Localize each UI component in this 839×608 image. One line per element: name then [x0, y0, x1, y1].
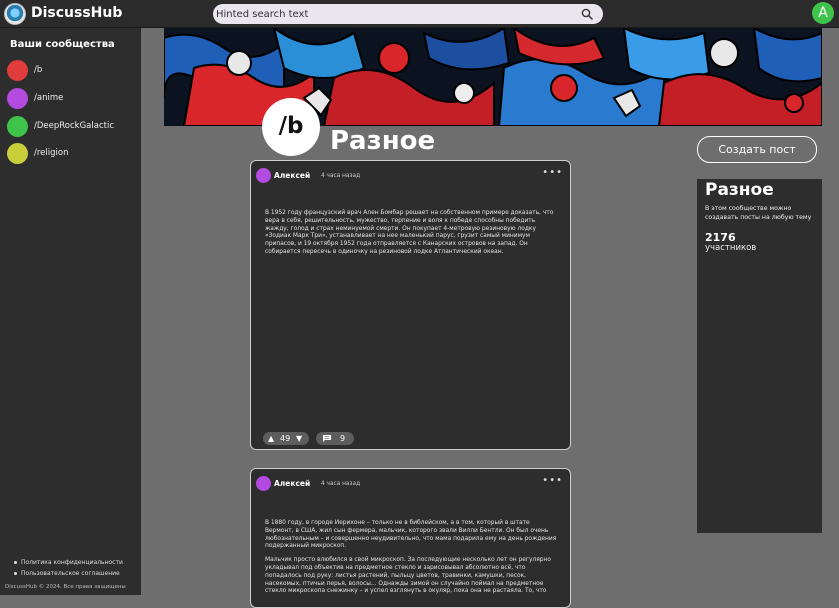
- app-name[interactable]: DiscussHub: [31, 5, 122, 21]
- post-body: В 1880 году, в городе Иерихоне – только …: [265, 520, 557, 596]
- post-author[interactable]: Алексей: [274, 479, 310, 488]
- upvote-icon[interactable]: ▲: [268, 434, 274, 443]
- sidebar-item-label: /anime: [34, 93, 64, 103]
- author-avatar[interactable]: [256, 476, 271, 491]
- search-input[interactable]: [216, 6, 566, 22]
- sidebar-item-label: /DeepRockGalactic: [34, 121, 114, 131]
- more-options-icon[interactable]: •••: [542, 475, 563, 486]
- post-paragraph: В 1952 году французский врач Ален Бомбар…: [265, 210, 554, 255]
- more-options-icon[interactable]: •••: [542, 167, 563, 178]
- sidebar-item-label: /religion: [34, 148, 69, 158]
- terms-link[interactable]: Пользовательское соглашение: [14, 570, 120, 577]
- banner-art: [164, 28, 822, 126]
- info-description: В этом сообществе можно создавать посты …: [705, 205, 812, 221]
- sidebar-item-label: /b: [34, 65, 43, 75]
- vote-control: ▲ 49 ▼: [263, 432, 309, 445]
- community-info-panel: Разное В этом сообществе можно создавать…: [697, 179, 822, 533]
- top-bar: DiscussHub A: [0, 0, 839, 28]
- comment-count: 9: [340, 434, 346, 443]
- comment-icon: [323, 435, 331, 442]
- members-label: участников: [705, 243, 757, 253]
- sidebar-item-b[interactable]: /b: [7, 60, 137, 82]
- info-title: Разное: [705, 180, 774, 200]
- comments-button[interactable]: 9: [316, 432, 354, 445]
- vote-count: 49: [280, 434, 291, 443]
- post-paragraph: Мальчик просто влюбился в свой микроскоп…: [265, 557, 551, 595]
- search-bar[interactable]: [213, 4, 603, 24]
- post-time: 4 часа назад: [321, 173, 361, 179]
- post-card[interactable]: Алексей 4 часа назад ••• В 1880 году, в …: [250, 468, 571, 608]
- sidebar-item-anime[interactable]: /anime: [7, 88, 137, 110]
- post-time: 4 часа назад: [321, 481, 361, 487]
- post-paragraph: В 1880 году, в городе Иерихоне – только …: [265, 520, 557, 550]
- community-avatar: [7, 116, 28, 137]
- community-avatar: [7, 60, 28, 81]
- sidebar-item-deeprockgalactic[interactable]: /DeepRockGalactic: [7, 116, 137, 138]
- community-title: Разное: [330, 126, 436, 156]
- sidebar: Ваши сообщества /b /anime /DeepRockGalac…: [0, 28, 141, 595]
- community-banner: [164, 28, 822, 126]
- search-icon[interactable]: [581, 8, 593, 20]
- downvote-icon[interactable]: ▼: [296, 434, 302, 443]
- community-avatar: [7, 88, 28, 109]
- copyright: DiscussHub © 2024. Все права защищены: [5, 584, 126, 590]
- community-avatar-large: /b: [262, 98, 320, 156]
- logo-icon[interactable]: [4, 3, 26, 25]
- create-post-button[interactable]: Создать пост: [697, 136, 817, 163]
- post-author[interactable]: Алексей: [274, 171, 310, 180]
- privacy-policy-link[interactable]: Политика конфиденциальности: [14, 559, 123, 566]
- post-body: В 1952 году французский врач Ален Бомбар…: [265, 210, 557, 257]
- sidebar-title: Ваши сообщества: [10, 39, 115, 50]
- sidebar-item-religion[interactable]: /religion: [7, 143, 137, 165]
- community-avatar: [7, 143, 28, 164]
- author-avatar[interactable]: [256, 168, 271, 183]
- user-avatar[interactable]: A: [812, 2, 834, 24]
- post-card[interactable]: Алексей 4 часа назад ••• В 1952 году фра…: [250, 160, 571, 450]
